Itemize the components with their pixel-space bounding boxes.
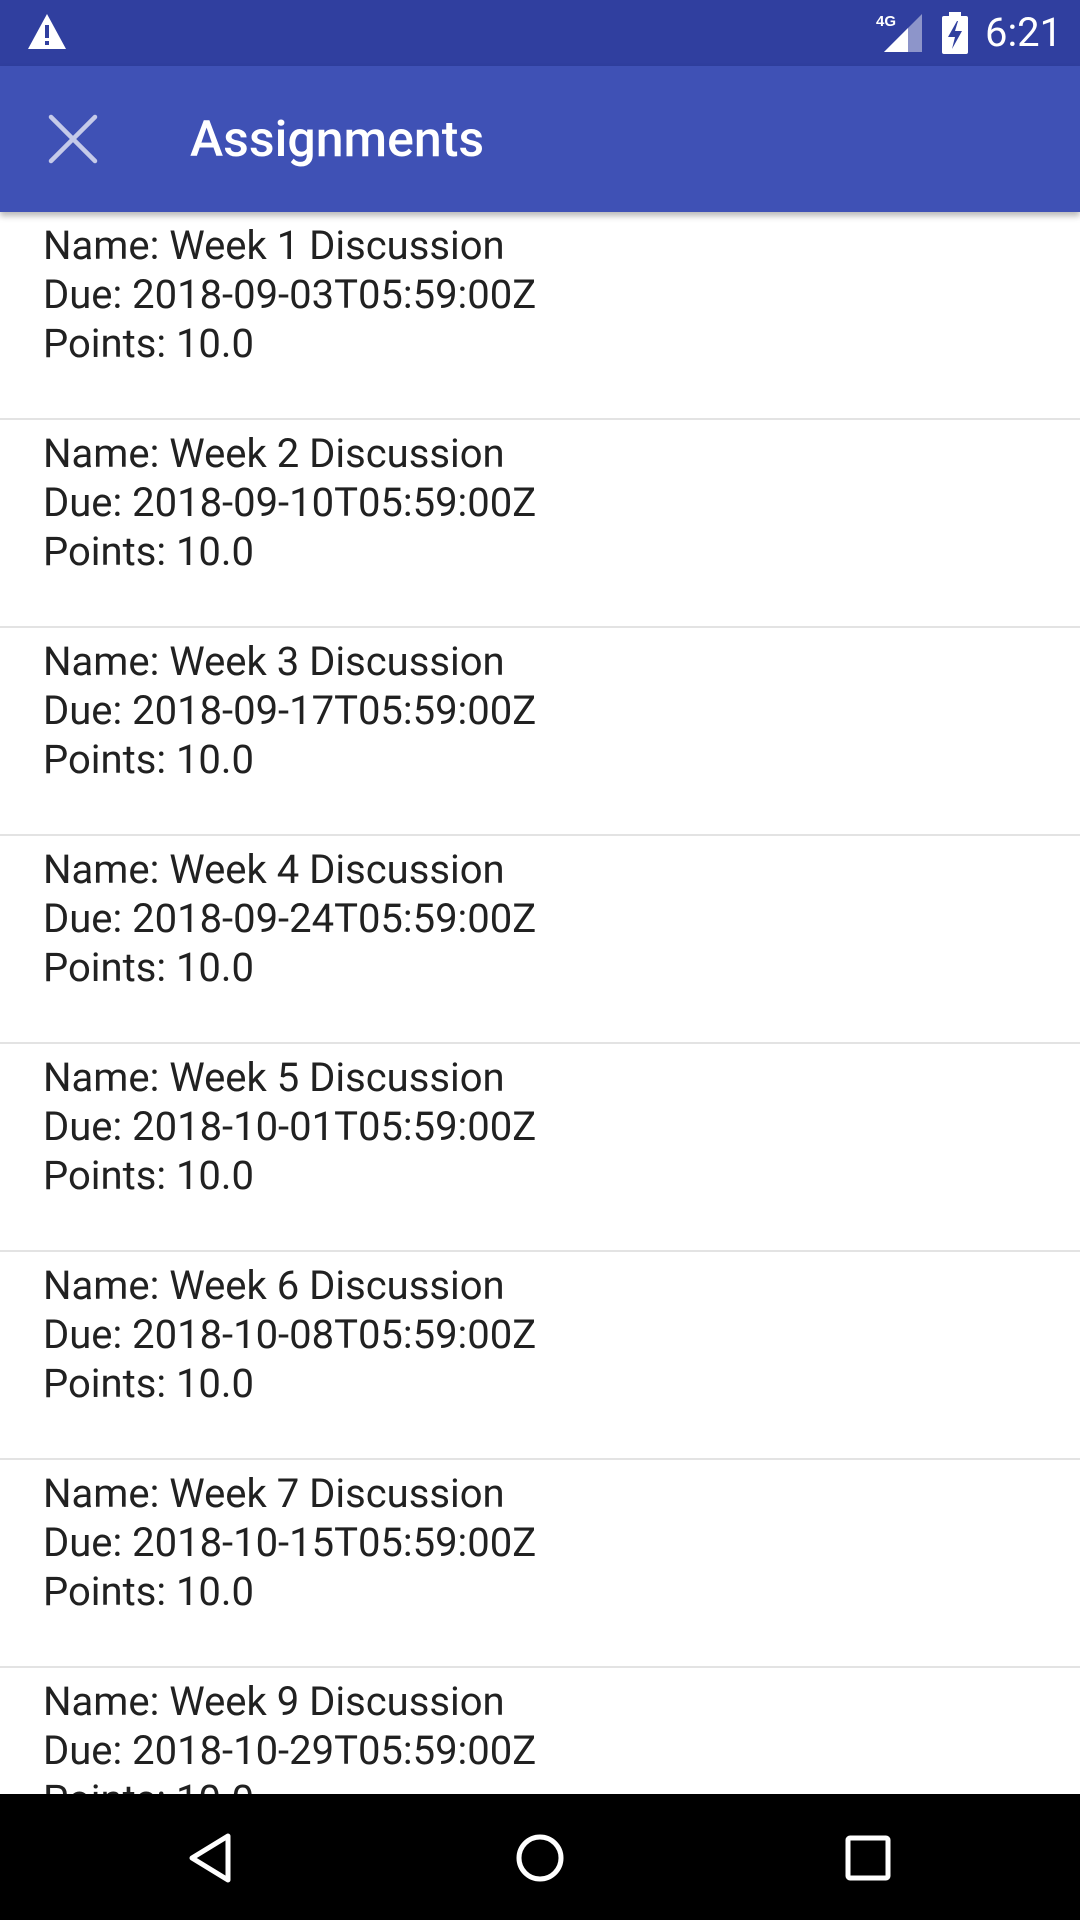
- assignment-text: Name: Week 9 Discussion Due: 2018-10-29T0…: [43, 1677, 536, 1794]
- assignment-item[interactable]: Name: Week 5 Discussion Due: 2018-10-01T0…: [0, 1044, 1080, 1252]
- assignment-points: Points: 10.0: [43, 1152, 254, 1199]
- assignment-text: Name: Week 2 Discussion Due: 2018-09-10T0…: [43, 429, 536, 576]
- assignment-name: Name: Week 1 Discussion: [43, 222, 505, 269]
- assignment-text: Name: Week 5 Discussion Due: 2018-10-01T0…: [43, 1053, 536, 1200]
- navigation-bar: [0, 1794, 1080, 1920]
- assignment-due-date: Due: 2018-10-01T05:59:00Z: [43, 1103, 537, 1150]
- network-type-label: 4G: [876, 13, 896, 30]
- recents-button[interactable]: [828, 1820, 908, 1896]
- assignment-points: Points: 10.0: [43, 736, 254, 783]
- app-toolbar: Assignments: [0, 66, 1080, 212]
- status-clock: 6:21: [985, 9, 1063, 56]
- assignment-text: Name: Week 1 Discussion Due: 2018-09-03T0…: [43, 221, 536, 368]
- back-icon: [189, 1833, 231, 1883]
- assignment-list[interactable]: Name: Week 1 Discussion Due: 2018-09-03T0…: [0, 212, 1080, 1794]
- battery-charging-icon: [942, 12, 968, 54]
- assignment-due-date: Due: 2018-10-29T05:59:00Z: [43, 1727, 537, 1774]
- assignment-item[interactable]: Name: Week 1 Discussion Due: 2018-09-03T0…: [0, 212, 1080, 420]
- assignment-item[interactable]: Name: Week 6 Discussion Due: 2018-10-08T0…: [0, 1252, 1080, 1460]
- warning-icon: [28, 14, 66, 49]
- status-bar: 4G 6:21: [0, 0, 1080, 66]
- close-icon: [48, 114, 98, 164]
- assignment-text: Name: Week 3 Discussion Due: 2018-09-17T0…: [43, 637, 536, 784]
- home-icon: [516, 1834, 564, 1882]
- assignment-name: Name: Week 5 Discussion: [43, 1054, 505, 1101]
- assignment-due-date: Due: 2018-10-15T05:59:00Z: [43, 1519, 537, 1566]
- assignment-item[interactable]: Name: Week 4 Discussion Due: 2018-09-24T0…: [0, 836, 1080, 1044]
- assignment-points: Points: 10.0: [43, 944, 254, 991]
- assignment-item[interactable]: Name: Week 7 Discussion Due: 2018-10-15T0…: [0, 1460, 1080, 1668]
- assignment-item[interactable]: Name: Week 9 Discussion Due: 2018-10-29T0…: [0, 1668, 1080, 1794]
- assignment-text: Name: Week 4 Discussion Due: 2018-09-24T0…: [43, 845, 536, 992]
- assignment-due-date: Due: 2018-10-08T05:59:00Z: [43, 1311, 537, 1358]
- assignment-item[interactable]: Name: Week 3 Discussion Due: 2018-09-17T0…: [0, 628, 1080, 836]
- back-button[interactable]: [172, 1820, 252, 1896]
- recents-icon: [845, 1835, 891, 1881]
- assignment-points: Points: 10.0: [43, 1775, 536, 1794]
- assignment-name: Name: Week 4 Discussion: [43, 846, 505, 893]
- screen: 4G 6:21 Assignments Name: Week 1 Discuss…: [0, 0, 1080, 1920]
- page-title: Assignments: [190, 111, 485, 169]
- assignment-name: Name: Week 6 Discussion: [43, 1262, 505, 1309]
- assignment-points: Points: 10.0: [43, 320, 254, 367]
- assignment-name: Name: Week 7 Discussion: [43, 1470, 505, 1517]
- assignment-due-date: Due: 2018-09-10T05:59:00Z: [43, 479, 537, 526]
- assignment-item[interactable]: Name: Week 2 Discussion Due: 2018-09-10T0…: [0, 420, 1080, 628]
- assignment-due-date: Due: 2018-09-17T05:59:00Z: [43, 687, 537, 734]
- assignment-name: Name: Week 2 Discussion: [43, 430, 505, 477]
- assignment-due-date: Due: 2018-09-24T05:59:00Z: [43, 895, 537, 942]
- assignment-due-date: Due: 2018-09-03T05:59:00Z: [43, 271, 537, 318]
- assignment-text: Name: Week 7 Discussion Due: 2018-10-15T0…: [43, 1469, 536, 1616]
- home-button[interactable]: [500, 1820, 580, 1896]
- assignment-name: Name: Week 3 Discussion: [43, 638, 505, 685]
- assignment-name: Name: Week 9 Discussion: [43, 1678, 505, 1725]
- assignment-points: Points: 10.0: [43, 1360, 254, 1407]
- assignment-points: Points: 10.0: [43, 528, 254, 575]
- assignment-text: Name: Week 6 Discussion Due: 2018-10-08T0…: [43, 1261, 536, 1408]
- close-button[interactable]: [33, 106, 113, 172]
- assignment-points: Points: 10.0: [43, 1568, 254, 1615]
- signal-4g-icon: 4G: [876, 13, 922, 52]
